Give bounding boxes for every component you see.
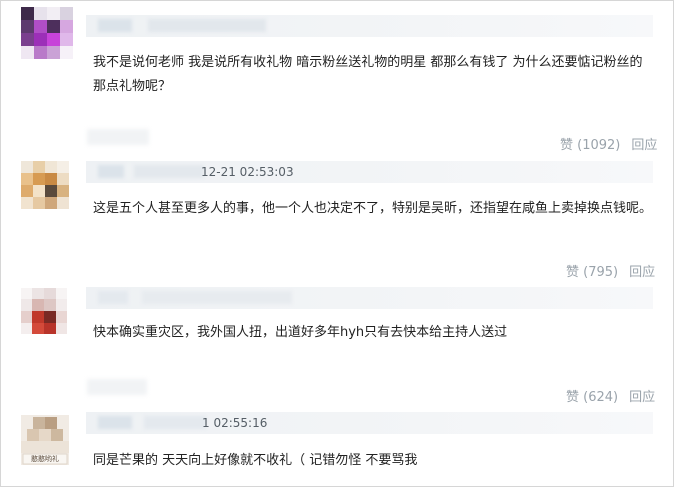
comment-meta-bar: 1 02:55:16 <box>86 412 653 434</box>
avatar[interactable] <box>21 288 67 334</box>
comment-actions: 赞 (624) 回应 <box>566 386 655 405</box>
avatar-image <box>21 288 67 334</box>
comment-text: 我不是说何老师 我是说所有收礼物 暗示粉丝送礼物的明星 都那么有钱了 为什么还要… <box>93 55 643 94</box>
like-button[interactable]: 赞 (1092) <box>560 138 620 153</box>
avatar[interactable]: 憨憨哟礼 <box>21 415 69 465</box>
comment-thread: 我不是说何老师 我是说所有收礼物 暗示粉丝送礼物的明星 都那么有钱了 为什么还要… <box>0 0 674 487</box>
comment-timestamp: 12-21 02:53:03 <box>201 165 294 179</box>
like-button[interactable]: 赞 (624) <box>566 390 618 405</box>
avatar-image <box>21 7 73 59</box>
avatar[interactable] <box>21 7 73 59</box>
reply-button[interactable]: 回应 <box>629 390 655 405</box>
comment-timestamp: 1 02:55:16 <box>202 416 268 430</box>
comment-meta-bar: 12-21 02:53:03 <box>86 161 653 183</box>
comment-meta-bar <box>86 287 653 309</box>
avatar[interactable] <box>21 161 69 209</box>
blurred-username <box>87 129 149 145</box>
comment-actions: 赞 (1092) 回应 <box>560 134 657 153</box>
like-button[interactable]: 赞 (795) <box>566 265 618 280</box>
comment-meta-bar <box>86 15 653 37</box>
blurred-username <box>87 379 147 395</box>
reply-button[interactable]: 回应 <box>631 138 657 153</box>
avatar-image <box>21 161 69 209</box>
comment-text: 这是五个人甚至更多人的事，他一个人也决定不了，特别是吴昕，还指望在咸鱼上卖掉换点… <box>93 201 653 216</box>
comment-text: 同是芒果的 天天向上好像就不收礼（ 记错勿怪 不要骂我 <box>93 453 418 468</box>
avatar-badge-text: 憨憨哟礼 <box>31 455 59 463</box>
reply-button[interactable]: 回应 <box>629 265 655 280</box>
comment-actions: 赞 (795) 回应 <box>566 261 655 280</box>
comment-text: 快本确实重灾区，我外国人扭，出道好多年hyh只有去快本给主持人送过 <box>93 325 508 340</box>
